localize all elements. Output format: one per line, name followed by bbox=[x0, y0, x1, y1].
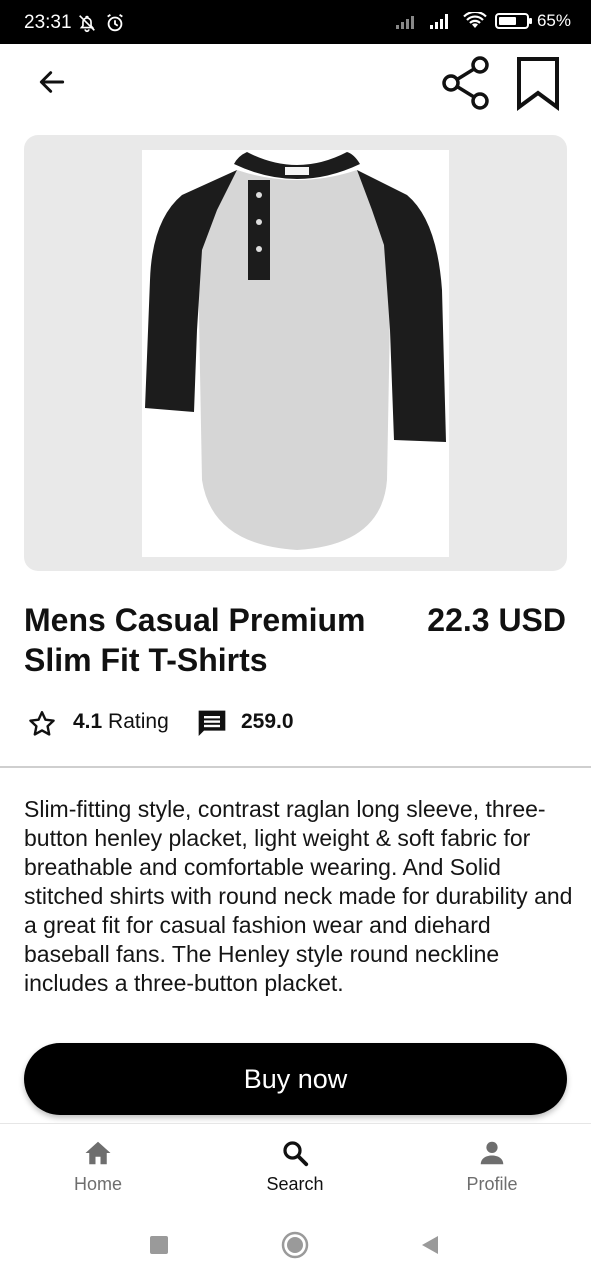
nav-search-label: Search bbox=[266, 1174, 324, 1194]
signal-icon bbox=[429, 14, 448, 29]
star-outline-icon bbox=[29, 711, 55, 736]
person-icon bbox=[480, 1141, 504, 1165]
divider bbox=[0, 766, 591, 768]
home-icon bbox=[85, 1141, 111, 1165]
recents-button[interactable] bbox=[150, 1236, 168, 1254]
buy-now-button[interactable]: Buy now bbox=[24, 1043, 567, 1115]
battery-icon bbox=[494, 13, 532, 29]
nav-profile[interactable]: Profile bbox=[422, 1138, 562, 1195]
signal-icon bbox=[395, 16, 414, 29]
product-title: Mens Casual Premium Slim Fit T-Shirts bbox=[24, 602, 366, 678]
bookmark-button[interactable] bbox=[510, 52, 566, 114]
nav-home[interactable]: Home bbox=[28, 1138, 168, 1195]
bottom-navigation: Home Search Profile bbox=[0, 1123, 591, 1219]
nav-home-label: Home bbox=[73, 1174, 122, 1194]
nav-search[interactable]: Search bbox=[225, 1138, 365, 1195]
nav-profile-label: Profile bbox=[466, 1174, 518, 1194]
share-button[interactable] bbox=[436, 52, 496, 114]
status-time: 23:31 bbox=[24, 12, 72, 33]
comments-count: 259.0 bbox=[241, 710, 294, 733]
wifi-icon bbox=[463, 12, 487, 28]
status-system-icons: 65% bbox=[395, 11, 571, 31]
rating-value: 4.1 bbox=[73, 710, 103, 733]
bookmark-icon bbox=[517, 57, 559, 111]
rating-label: Rating bbox=[108, 710, 169, 733]
status-notification-icons bbox=[76, 12, 126, 34]
henley-shirt-image bbox=[145, 152, 446, 550]
muted-bell-icon bbox=[79, 15, 95, 33]
product-description: Slim-fitting style, contrast raglan long… bbox=[24, 796, 573, 996]
alarm-icon bbox=[107, 13, 123, 32]
product-price: 22.3 USD bbox=[427, 602, 566, 638]
share-icon bbox=[442, 56, 489, 110]
system-back-button[interactable] bbox=[420, 1234, 440, 1256]
comment-icon bbox=[198, 710, 226, 736]
product-image bbox=[142, 150, 449, 557]
back-button[interactable] bbox=[30, 60, 74, 104]
home-circle-button[interactable] bbox=[281, 1231, 309, 1259]
rating: 4.1 Rating bbox=[73, 709, 169, 735]
back-arrow-icon bbox=[39, 71, 65, 93]
battery-percent: 65% bbox=[536, 11, 571, 30]
status-bar: 23:31 65% bbox=[0, 0, 591, 44]
search-icon bbox=[283, 1141, 309, 1167]
